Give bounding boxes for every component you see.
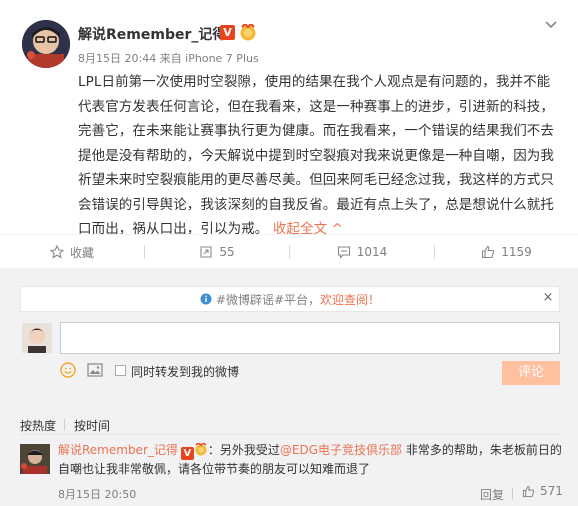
- notice-text: #微博辟谣#平台，: [215, 292, 321, 307]
- mention-link[interactable]: @EDG电子竞技俱乐部: [280, 443, 402, 457]
- favorite-button[interactable]: 收藏: [0, 235, 144, 269]
- action-bar: 收藏 55 1014 1159: [0, 234, 578, 268]
- post-meta: 8月15日 20:44 来自 iPhone 7 Plus: [78, 52, 259, 65]
- favorite-label: 收藏: [69, 245, 94, 260]
- like-count: 1159: [501, 245, 532, 259]
- comment-count: 1014: [356, 245, 388, 259]
- verified-badge[interactable]: V: [180, 447, 194, 460]
- medal-icon[interactable]: [239, 24, 257, 41]
- thumbs-up-icon: [522, 485, 535, 497]
- star-icon: [49, 245, 64, 259]
- divider: [20, 434, 560, 435]
- comment-like-count: 571: [540, 484, 563, 498]
- comment-time: 8月15日 20:50: [58, 488, 137, 501]
- comment-button[interactable]: 1014: [290, 235, 434, 269]
- reply-button[interactable]: 回复: [480, 486, 504, 503]
- sort-by-time-tab[interactable]: 按时间: [74, 417, 110, 434]
- weibo-post-card: 解说Remember_记得 V 8月15日 20:44 来自 iPhone 7 …: [0, 0, 578, 506]
- comment-text-part1: ：另外我受过: [207, 443, 280, 457]
- comment-text: 解说Remember_记得 V ：另外我受过@EDG电子竞技俱乐部 非常多的帮助，朱…: [58, 441, 562, 479]
- info-icon: [200, 293, 212, 305]
- my-avatar[interactable]: [22, 323, 52, 353]
- notice-link[interactable]: 欢迎查阅！: [320, 291, 380, 308]
- rumor-notice: #微博辟谣#平台， 欢迎查阅！: [20, 286, 560, 312]
- chevron-down-icon[interactable]: [544, 18, 558, 32]
- image-icon[interactable]: [87, 362, 103, 378]
- commenter-avatar[interactable]: [20, 444, 50, 474]
- commenter-name[interactable]: 解说Remember_记得: [58, 443, 178, 457]
- comment-action-divider: [512, 488, 513, 500]
- post-text: LPL日前第一次使用时空裂隙，使用的结果在我个人观点是有问题的，我并不能代表官方…: [78, 70, 562, 242]
- comment-input[interactable]: [60, 322, 560, 354]
- sort-divider: [64, 419, 65, 431]
- medal-icon[interactable]: [194, 443, 208, 456]
- forward-checkbox-label: 同时转发到我的微博: [131, 365, 240, 379]
- post-body: LPL日前第一次使用时空裂隙，使用的结果在我个人观点是有问题的，我并不能代表官方…: [78, 74, 554, 237]
- forward-count: 55: [219, 245, 235, 259]
- comment-icon: [337, 246, 350, 259]
- author-avatar[interactable]: [22, 20, 70, 68]
- submit-comment-button[interactable]: 评论: [502, 361, 560, 385]
- emoji-icon[interactable]: [60, 362, 76, 378]
- comment-like-button[interactable]: 571: [522, 484, 563, 498]
- forward-checkbox[interactable]: [115, 365, 126, 376]
- forward-icon: [200, 246, 212, 258]
- thumbs-up-icon: [482, 245, 495, 259]
- close-icon[interactable]: ×: [541, 291, 555, 305]
- like-button[interactable]: 1159: [435, 235, 578, 269]
- forward-button[interactable]: 55: [145, 235, 289, 269]
- sort-by-hot-tab[interactable]: 按热度: [20, 417, 56, 434]
- author-name[interactable]: 解说Remember_记得: [78, 24, 226, 44]
- verified-badge[interactable]: V: [220, 25, 235, 40]
